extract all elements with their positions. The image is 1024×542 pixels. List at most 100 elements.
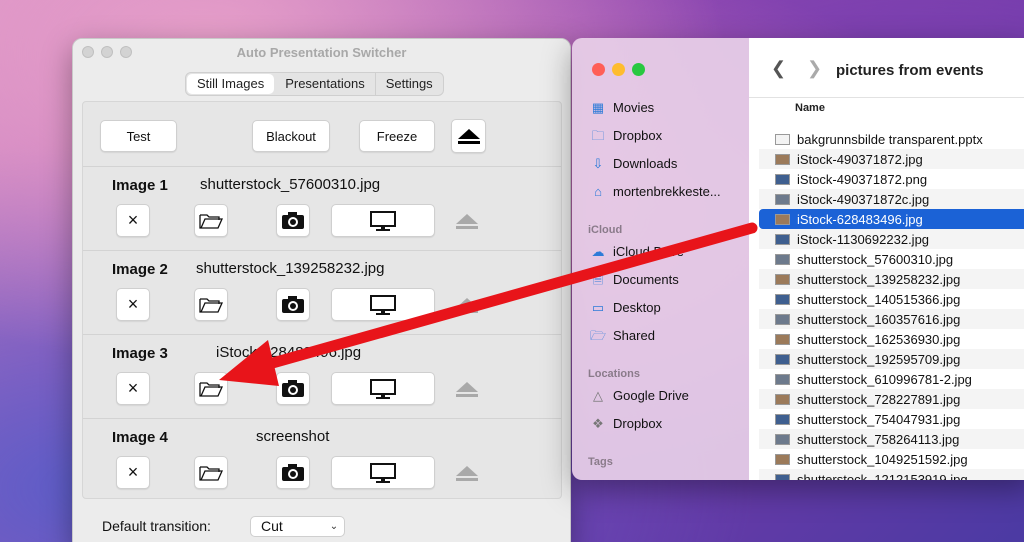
back-icon[interactable]: ❮ (771, 58, 786, 79)
image-file-icon (775, 293, 790, 305)
forward-icon[interactable]: ❯ (807, 58, 822, 79)
home-icon: ⌂ (594, 183, 602, 199)
image-4-capture-button[interactable] (276, 456, 310, 489)
file-row[interactable]: shutterstock_758264113.jpg (759, 429, 1024, 449)
finder-content: ❮ ❯ pictures from events Name bakgrunnsb… (749, 38, 1024, 480)
sidebar-item-downloads[interactable]: ⇩ Downloads (590, 156, 678, 171)
image-2-filename: shutterstock_139258232.jpg (196, 260, 385, 277)
folder-open-icon (199, 213, 223, 229)
close-window-button[interactable] (592, 63, 605, 76)
file-row[interactable]: iStock-490371872.jpg (759, 149, 1024, 169)
file-row[interactable]: shutterstock_162536930.jpg (759, 329, 1024, 349)
monitor-icon (370, 294, 396, 315)
image-1-remove-button[interactable]: × (116, 204, 150, 237)
image-1-display-button[interactable] (331, 204, 435, 237)
tab-still-images[interactable]: Still Images (187, 74, 275, 94)
file-row[interactable]: shutterstock_57600310.jpg (759, 249, 1024, 269)
image-3-label: Image 3 (112, 345, 168, 362)
file-row[interactable]: shutterstock_192595709.jpg (759, 349, 1024, 369)
image-3-capture-button[interactable] (276, 372, 310, 405)
sidebar-item-documents[interactable]: 🗎 Documents (590, 272, 679, 287)
shared-folder-icon: 🗁 (590, 327, 607, 343)
column-header-name[interactable]: Name (795, 102, 825, 114)
image-1-eject-button[interactable] (449, 203, 485, 239)
file-row[interactable]: shutterstock_610996781-2.jpg (759, 369, 1024, 389)
file-name: iStock-628483496.jpg (797, 211, 923, 227)
sidebar-item-movies[interactable]: ▦ Movies (590, 100, 654, 115)
image-file-icon (775, 213, 790, 225)
image-2-eject-button[interactable] (449, 287, 485, 323)
image-2-display-button[interactable] (331, 288, 435, 321)
image-3-remove-button[interactable]: × (116, 372, 150, 405)
file-name: shutterstock_139258232.jpg (797, 271, 961, 287)
image-file-icon (775, 413, 790, 425)
image-file-icon (775, 173, 790, 185)
image-4-display-button[interactable] (331, 456, 435, 489)
file-row[interactable]: iStock-490371872c.jpg (759, 189, 1024, 209)
file-name: shutterstock_160357616.jpg (797, 311, 961, 327)
image-4-remove-button[interactable]: × (116, 456, 150, 489)
eject-all-button[interactable] (451, 119, 486, 153)
zoom-window-button[interactable] (632, 63, 645, 76)
sidebar-item-dropbox-location[interactable]: ❖ Dropbox (590, 416, 662, 431)
finder-window: ▦ Movies 🗀 Dropbox ⇩ Downloads ⌂ mortenbrekk… (572, 38, 1024, 480)
image-1-open-button[interactable] (194, 204, 228, 237)
sidebar-section-tags: Tags (588, 456, 613, 468)
default-transition-select[interactable]: Cut ⌄ (250, 516, 345, 537)
file-row[interactable]: iStock-1130692232.jpg (759, 229, 1024, 249)
folder-icon: 🗀 (591, 127, 605, 143)
file-row[interactable]: shutterstock_1212153919.jpg (759, 469, 1024, 480)
monitor-icon (370, 378, 396, 399)
image-file-icon (775, 433, 790, 445)
finder-sidebar: ▦ Movies 🗀 Dropbox ⇩ Downloads ⌂ mortenbrekk… (572, 38, 749, 480)
image-file-icon (775, 353, 790, 365)
image-1-filename: shutterstock_57600310.jpg (200, 176, 381, 193)
image-2-open-button[interactable] (194, 288, 228, 321)
file-row[interactable]: shutterstock_139258232.jpg (759, 269, 1024, 289)
image-2-remove-button[interactable]: × (116, 288, 150, 321)
tab-presentations[interactable]: Presentations (275, 73, 376, 95)
sidebar-item-home[interactable]: ⌂ mortenbrekkeste... (590, 184, 721, 199)
monitor-icon (370, 462, 396, 483)
image-3-filename: iStock-628483496.jpg (216, 344, 362, 361)
image-4-open-button[interactable] (194, 456, 228, 489)
file-row[interactable]: iStock-490371872.png (759, 169, 1024, 189)
camera-icon (282, 464, 304, 481)
aps-window: Auto Presentation Switcher Still Images … (72, 38, 571, 542)
sidebar-item-shared[interactable]: 🗁 Shared (590, 328, 655, 343)
image-3-display-button[interactable] (331, 372, 435, 405)
file-row[interactable]: shutterstock_754047931.jpg (759, 409, 1024, 429)
image-4-filename: screenshot (256, 428, 330, 445)
file-row[interactable]: bakgrunnsbilde transparent.pptx (759, 129, 1024, 149)
image-3-open-button[interactable] (194, 372, 228, 405)
pptx-file-icon (775, 133, 790, 145)
eject-icon (457, 128, 480, 144)
camera-icon (282, 212, 304, 229)
drive-icon: △ (593, 387, 603, 403)
film-icon: ▦ (591, 99, 605, 115)
tab-settings[interactable]: Settings (376, 73, 443, 95)
sidebar-item-dropbox[interactable]: 🗀 Dropbox (590, 128, 662, 143)
minimize-window-button[interactable] (612, 63, 625, 76)
freeze-button[interactable]: Freeze (359, 120, 435, 152)
eject-icon (456, 465, 478, 481)
file-row[interactable]: shutterstock_728227891.jpg (759, 389, 1024, 409)
file-row[interactable]: iStock-628483496.jpg (759, 209, 1024, 229)
image-1-capture-button[interactable] (276, 204, 310, 237)
sidebar-item-icloud-drive[interactable]: ☁ iCloud Drive (590, 244, 684, 259)
eject-icon (456, 297, 478, 313)
image-file-icon (775, 193, 790, 205)
image-2-section: Image 2 shutterstock_139258232.jpg × (83, 250, 561, 334)
image-3-eject-button[interactable] (449, 371, 485, 407)
sidebar-item-desktop[interactable]: ▭ Desktop (590, 300, 661, 315)
image-4-section: Image 4 screenshot × (83, 418, 561, 500)
file-row[interactable]: shutterstock_1049251592.jpg (759, 449, 1024, 469)
sidebar-item-google-drive[interactable]: △ Google Drive (590, 388, 689, 403)
eject-icon (456, 213, 478, 229)
file-row[interactable]: shutterstock_140515366.jpg (759, 289, 1024, 309)
test-button[interactable]: Test (100, 120, 177, 152)
image-2-capture-button[interactable] (276, 288, 310, 321)
file-row[interactable]: shutterstock_160357616.jpg (759, 309, 1024, 329)
image-4-eject-button[interactable] (449, 455, 485, 491)
blackout-button[interactable]: Blackout (252, 120, 330, 152)
